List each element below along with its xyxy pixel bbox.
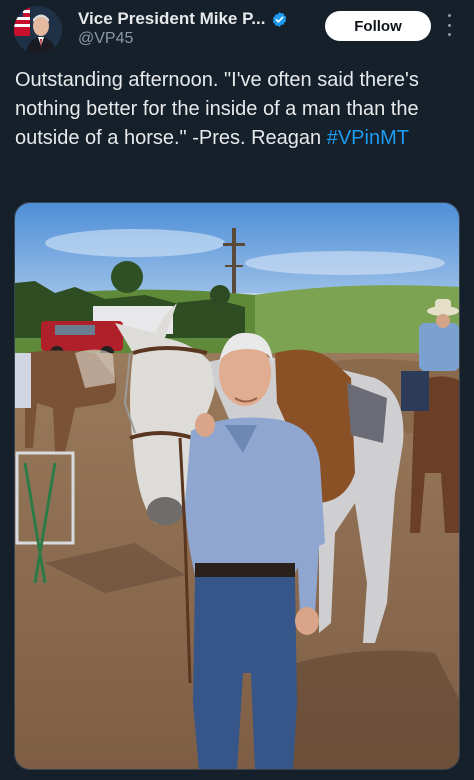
author-handle[interactable]: @VP45 [78,30,133,48]
avatar-photo-icon [14,6,62,54]
post-photo[interactable] [14,202,460,770]
author-avatar[interactable] [14,6,62,54]
more-options-icon[interactable] [444,14,454,36]
post-text: Outstanding afternoon. "I've often said … [15,66,455,153]
author-display-name[interactable]: Vice President Mike P... [78,9,265,29]
verified-badge-icon [271,11,288,28]
post-header: Vice President Mike P... @VP45 Follow [0,0,474,56]
photo-image [15,203,459,769]
follow-button[interactable]: Follow [325,11,431,41]
hashtag-link[interactable]: #VPinMT [327,127,409,149]
author-name-row[interactable]: Vice President Mike P... [78,8,288,30]
